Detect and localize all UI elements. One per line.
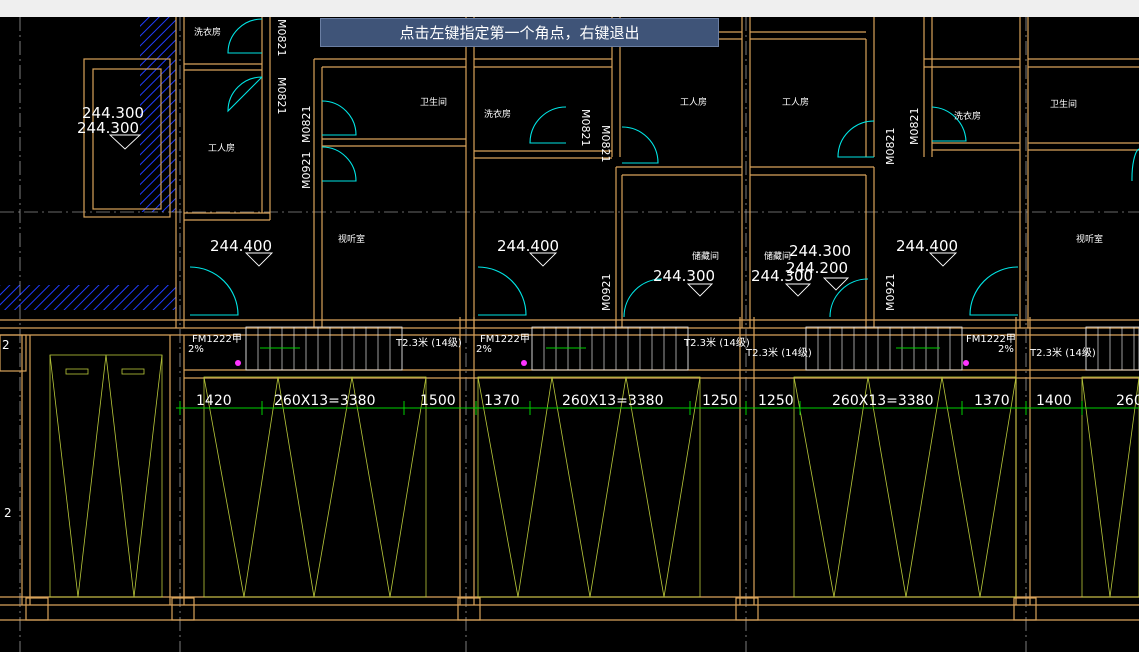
elevation-value: 244.400 [210,237,272,255]
room-label: 工人房 [208,142,235,154]
door-code: M0821 [275,19,288,57]
elevation-value: 244.200 [786,259,848,277]
dimension-text: 260X13=3380 [832,393,934,409]
door-code: M0821 [884,128,897,166]
dimension-text: 1370 [974,393,1010,409]
dimension-text: 260 [1116,393,1139,409]
room-label: 视听室 [1076,233,1103,245]
room-label: 储藏间 [692,250,719,262]
slope-label: 2% [188,344,204,355]
room-label: 视听室 [338,233,365,245]
hatched-wall [140,17,176,212]
stair-note: T2.3米 (14级) [395,336,462,349]
door-code: M0921 [600,274,613,312]
stair-note: T2.3米 (14级) [1029,346,1096,359]
elevation-value: 244.300 [789,242,851,260]
door-code: M0821 [908,108,921,146]
garage-ramps [49,354,1139,598]
door-code: M0821 [599,125,612,163]
room-label: 工人房 [782,96,809,108]
elevation-value: 244.300 [653,267,715,285]
elevation-value: 244.400 [497,237,559,255]
stair-note: T2.3米 (14级) [683,336,750,349]
drain-marker [235,360,241,366]
room-label: 洗衣房 [484,108,511,120]
room-label: 工人房 [680,96,707,108]
dimension-text: 1370 [484,393,520,409]
dimension-text: 1500 [420,393,456,409]
application-top-bar [0,0,1139,17]
hatched-wall [0,285,176,310]
dimension-text: 1400 [1036,393,1072,409]
dimension-text: 1250 [758,393,794,409]
elevation-value: 244.300 [77,119,139,137]
door-code: M0821 [275,77,288,115]
door-code: M0821 [300,106,313,144]
drain-marker [963,360,969,366]
edge-label: 2 [4,506,12,520]
dimension-text: 260X13=3380 [562,393,664,409]
edge-label: 2 [2,338,10,352]
slope-label: 2% [476,344,492,355]
door-code: M0821 [579,109,592,147]
dimension-text: 260X13=3380 [274,393,376,409]
cad-drawing-canvas[interactable]: 洗衣房 工人房 卫生间 洗衣房 工人房 工人房 洗衣房 卫生间 视听室 储藏间 … [0,17,1139,652]
dimension-text: 1250 [702,393,738,409]
drain-marker [521,360,527,366]
floor-plan-drawing: 洗衣房 工人房 卫生间 洗衣房 工人房 工人房 洗衣房 卫生间 视听室 储藏间 … [0,17,1139,652]
dimension-text: 1420 [196,393,232,409]
room-label: 洗衣房 [954,110,981,122]
room-label: 洗衣房 [194,26,221,38]
stair-note: T2.3米 (14级) [745,346,812,359]
elevation-value: 244.400 [896,237,958,255]
room-label: 卫生间 [420,96,447,108]
command-prompt-tooltip: 点击左键指定第一个角点，右键退出 [320,18,719,47]
door-code: M0921 [884,274,897,312]
slope-label: 2% [998,344,1014,355]
room-label: 卫生间 [1050,98,1077,110]
door-code: M0921 [300,152,313,190]
